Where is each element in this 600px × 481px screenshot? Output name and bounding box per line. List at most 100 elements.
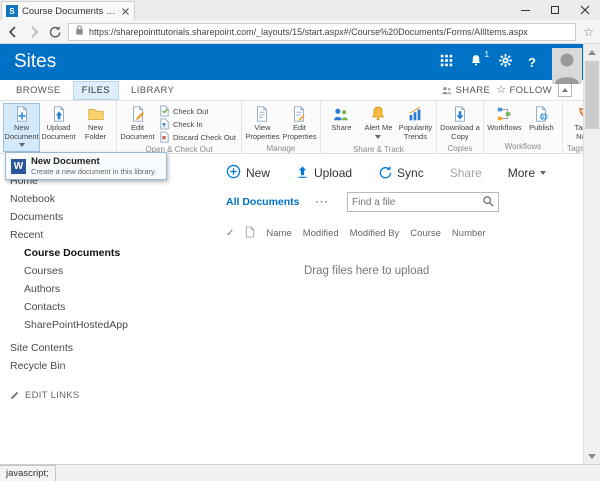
close-window-icon[interactable] <box>570 0 600 20</box>
share-people-icon <box>332 105 350 123</box>
close-tab-icon[interactable] <box>121 7 130 16</box>
new-command[interactable]: New <box>226 164 270 182</box>
sidebar-item-courses[interactable]: Courses <box>0 262 198 280</box>
sidebar-item-course-documents[interactable]: Course Documents <box>0 244 198 262</box>
content-area: New Upload Sync Share More All Documents… <box>198 154 600 464</box>
sidebar-item-sharepointhostedapp[interactable]: SharePointHostedApp <box>0 316 198 334</box>
doc-type-column-icon <box>245 226 255 241</box>
browser-addressbar: https://sharepointtutorials.sharepoint.c… <box>0 20 600 44</box>
share-command[interactable]: Share <box>450 166 482 180</box>
ribbon-toggle-icon[interactable] <box>558 83 572 97</box>
ribbon-button-label: Workflows <box>487 123 522 132</box>
help-icon[interactable]: ? <box>528 55 536 70</box>
browser-titlebar: S Course Documents - All D <box>0 0 600 20</box>
share-button[interactable]: Share <box>323 103 360 135</box>
favorites-star-icon[interactable]: ☆ <box>583 26 594 38</box>
share-link[interactable]: SHARE <box>441 85 490 96</box>
check-out-button[interactable]: Check Out <box>156 105 239 118</box>
callout-title: New Document <box>31 156 100 167</box>
url-field[interactable]: https://sharepointtutorials.sharepoint.c… <box>68 22 577 41</box>
share-label: SHARE <box>455 84 491 96</box>
new-document-button[interactable]: New Document <box>3 103 40 153</box>
check-out-icon <box>159 105 170 119</box>
tab-files[interactable]: FILES <box>72 80 120 100</box>
new-folder-button[interactable]: New Folder <box>77 103 114 143</box>
word-icon: W <box>11 158 26 174</box>
sidebar-item-notebook[interactable]: Notebook <box>0 190 198 208</box>
upload-command[interactable]: Upload <box>296 165 352 182</box>
column-header-modified[interactable]: Modified <box>303 228 339 239</box>
workflows-button[interactable]: Workflows <box>486 103 523 135</box>
edit-document-icon <box>129 105 147 123</box>
column-header-modified-by[interactable]: Modified By <box>350 228 400 239</box>
popularity-trends-button[interactable]: Popularity Trends <box>397 103 434 143</box>
search-input[interactable] <box>352 196 483 208</box>
ribbon-button-label: Check In <box>173 120 203 129</box>
edit-document-button[interactable]: Edit Document <box>119 103 156 143</box>
new-document-dropdown[interactable]: W New Document Create a new document in … <box>5 152 167 181</box>
upload-arrow-icon <box>296 165 309 182</box>
ribbon-button-label: New Document <box>4 123 39 141</box>
edit-properties-button[interactable]: Edit Properties <box>281 103 318 143</box>
more-views-ellipsis[interactable]: ··· <box>316 196 330 208</box>
sidebar-item-recent[interactable]: Recent <box>0 226 198 244</box>
status-link-text: javascript; <box>0 465 56 481</box>
ribbon-button-label: Check Out <box>173 107 209 116</box>
follow-link[interactable]: ☆ FOLLOW <box>496 83 552 96</box>
notifications-bell-icon[interactable]: 1 <box>469 49 489 71</box>
sidebar-item-recycle-bin[interactable]: Recycle Bin <box>0 357 198 375</box>
scroll-down-icon[interactable] <box>584 448 600 464</box>
follow-star-icon: ☆ <box>496 83 507 96</box>
download-copy-button[interactable]: Download a Copy <box>439 103 481 143</box>
workflows-icon <box>495 105 513 123</box>
settings-gear-icon[interactable] <box>498 53 513 71</box>
check-in-icon <box>159 118 170 132</box>
sidebar-item-documents[interactable]: Documents <box>0 208 198 226</box>
select-all-check-icon[interactable]: ✓ <box>226 228 234 239</box>
refresh-icon[interactable] <box>48 25 61 38</box>
column-header-course[interactable]: Course <box>410 228 441 239</box>
more-command-label: More <box>507 166 536 180</box>
column-header-name[interactable]: Name <box>266 228 291 239</box>
app-launcher-icon[interactable] <box>439 53 454 71</box>
upload-document-button[interactable]: Upload Document <box>40 103 77 143</box>
column-header-number[interactable]: Number <box>452 228 486 239</box>
find-file-searchbox[interactable] <box>347 192 500 212</box>
chevron-down-icon <box>375 134 382 142</box>
search-icon[interactable] <box>482 195 494 210</box>
sync-command[interactable]: Sync <box>378 165 424 182</box>
avatar[interactable] <box>552 48 582 84</box>
scrollbar-thumb[interactable] <box>585 61 599 129</box>
more-command[interactable]: More <box>507 166 547 180</box>
scroll-up-icon[interactable] <box>584 44 600 60</box>
ribbon-button-label: Share <box>331 123 352 132</box>
ribbon-button-label: Alert Me <box>364 123 393 132</box>
tab-library[interactable]: LIBRARY <box>123 82 182 99</box>
sidebar-item-site-contents[interactable]: Site Contents <box>0 339 198 357</box>
minimize-icon[interactable] <box>510 0 540 20</box>
edit-properties-icon <box>290 105 308 123</box>
alert-me-button[interactable]: Alert Me <box>360 103 397 144</box>
ribbon-group-manage: View Properties Edit Properties Manage <box>242 101 321 153</box>
sidebar-item-authors[interactable]: Authors <box>0 280 198 298</box>
drag-files-empty-state: Drag files here to upload <box>304 265 430 277</box>
browser-tab[interactable]: S Course Documents - All D <box>1 1 135 20</box>
tab-browse[interactable]: BROWSE <box>8 82 69 99</box>
ribbon-group-workflows: Workflows Publish Workflows <box>484 101 563 153</box>
edit-links-button[interactable]: EDIT LINKS <box>0 389 198 402</box>
ribbon-group-share-track: Share Alert Me Popularity Trends Share &… <box>321 101 437 154</box>
sidebar-item-contacts[interactable]: Contacts <box>0 298 198 316</box>
ribbon-group-copies: Download a Copy Copies <box>437 101 484 153</box>
view-all-documents[interactable]: All Documents <box>226 196 300 208</box>
back-icon[interactable] <box>6 25 20 39</box>
publish-button[interactable]: Publish <box>523 103 560 135</box>
view-properties-button[interactable]: View Properties <box>244 103 281 143</box>
vertical-scrollbar[interactable] <box>583 44 600 464</box>
maximize-icon[interactable] <box>540 0 570 20</box>
check-in-button[interactable]: Check In <box>156 118 239 131</box>
edit-links-pencil-icon <box>10 389 20 402</box>
forward-icon[interactable] <box>27 25 41 39</box>
discard-check-out-button[interactable]: Discard Check Out <box>156 131 239 144</box>
ribbon-button-label: View Properties <box>245 123 280 141</box>
main-area: Home Notebook Documents Recent Course Do… <box>0 154 600 464</box>
